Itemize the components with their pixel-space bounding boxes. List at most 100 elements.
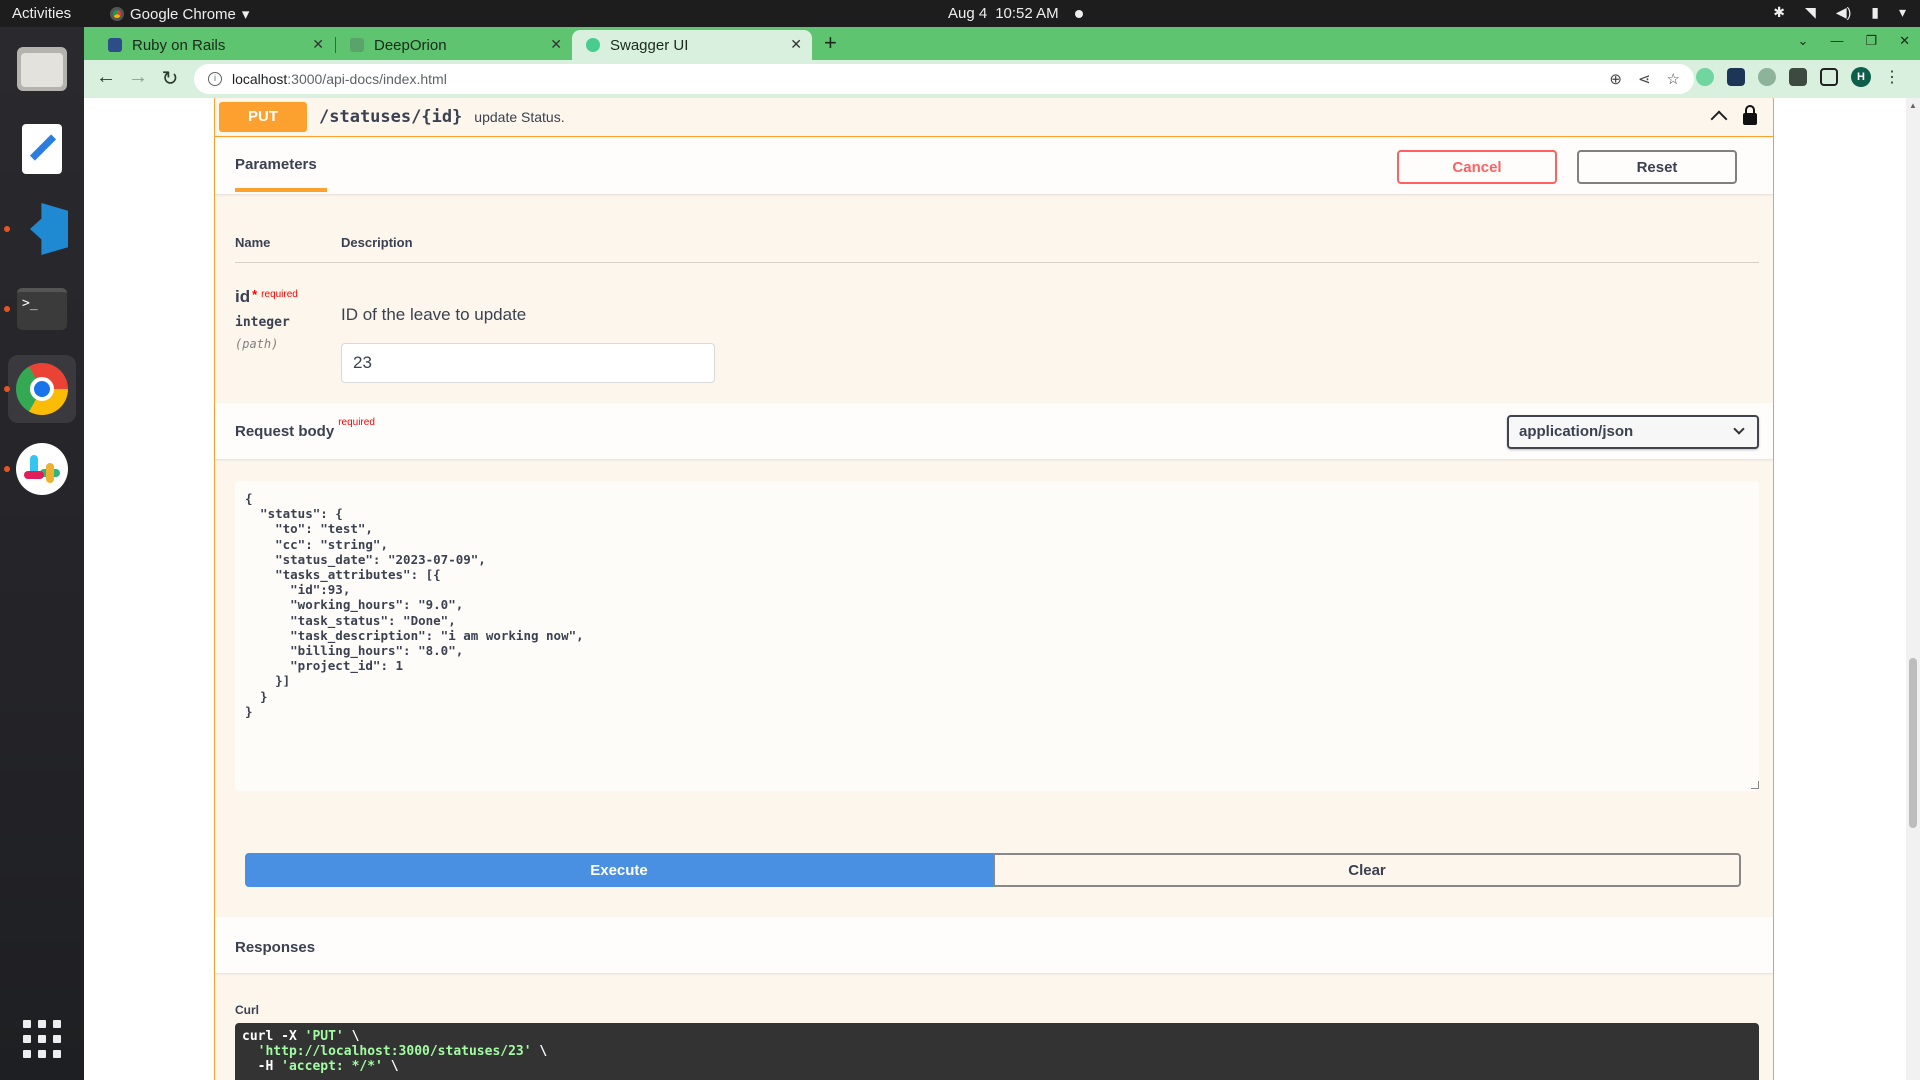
tab-active-underline [235, 188, 327, 192]
curl-text: curl -X [242, 1029, 305, 1044]
execute-button[interactable]: Execute [245, 853, 993, 887]
tab-strip: Ruby on Rails ✕ DeepOrion ✕ Swagger UI ✕… [84, 27, 1920, 60]
param-description: ID of the leave to update [341, 305, 527, 324]
zoom-icon[interactable]: ⊕ [1609, 70, 1622, 88]
close-tab-icon[interactable]: ✕ [790, 36, 802, 53]
notification-dot-icon [1074, 9, 1083, 18]
clock-time: 10:52 AM [995, 5, 1059, 22]
bookmark-star-icon[interactable]: ☆ [1667, 70, 1680, 88]
param-name-text: id [235, 287, 251, 306]
system-top-bar: Activities Google Chrome ▾ Aug 4 10:52 A… [0, 0, 1920, 27]
new-tab-button[interactable]: + [824, 30, 837, 56]
tab-deeporion[interactable]: DeepOrion ✕ [336, 30, 572, 60]
extension-icon[interactable] [1696, 68, 1714, 86]
minimize-icon[interactable]: — [1830, 33, 1843, 49]
battery-icon: ▮ [1871, 4, 1879, 20]
opblock-summary[interactable]: PUT /statuses/{id} update Status. [215, 98, 1773, 137]
tab-title: Swagger UI [610, 36, 689, 54]
clock[interactable]: Aug 4 10:52 AM [948, 5, 1083, 22]
window-controls: ⌄ — ❐ ✕ [1798, 33, 1910, 49]
running-indicator [4, 226, 10, 232]
parameters-table: Name Description id * required integer (pa… [235, 227, 1759, 383]
param-type: integer [235, 315, 290, 330]
curl-string: 'http://localhost:3000/statuses/23' [257, 1044, 532, 1059]
chevron-down-icon [1733, 423, 1745, 435]
curl-command[interactable]: curl -X 'PUT' \ 'http://localhost:3000/s… [235, 1023, 1759, 1080]
side-panel-icon[interactable] [1820, 68, 1838, 86]
tab-search-icon[interactable]: ⌄ [1798, 33, 1809, 49]
tab-ruby-on-rails[interactable]: Ruby on Rails ✕ [94, 30, 334, 60]
vscode-launcher[interactable] [4, 195, 76, 263]
reload-button[interactable]: ↻ [158, 66, 182, 91]
url-path: :3000/api-docs/index.html [287, 71, 447, 87]
required-label: required [338, 417, 375, 428]
id-input[interactable] [341, 343, 715, 383]
share-icon[interactable]: ⋖ [1638, 70, 1651, 88]
request-body-title: Request bodyrequired [235, 417, 375, 440]
volume-icon: ◀) [1835, 4, 1852, 20]
parameters-table-header: Name Description [235, 227, 1759, 263]
lock-icon[interactable] [1743, 105, 1757, 125]
clear-button[interactable]: Clear [993, 853, 1741, 887]
required-star: * [252, 287, 258, 302]
profile-avatar[interactable]: H [1851, 67, 1871, 87]
slack-launcher[interactable] [4, 435, 76, 503]
back-button[interactable]: ← [94, 66, 118, 89]
clock-date: Aug 4 [948, 5, 988, 22]
chrome-launcher[interactable] [4, 355, 76, 423]
wifi-icon: ◥ [1805, 4, 1816, 20]
col-description: Description [341, 235, 413, 250]
curl-string: 'PUT' [304, 1029, 344, 1044]
required-label: required [261, 289, 298, 300]
activities-button[interactable]: Activities [12, 5, 71, 22]
site-info-icon[interactable]: i [208, 72, 222, 86]
terminal-launcher[interactable]: >_ [4, 275, 76, 343]
close-window-icon[interactable]: ✕ [1899, 33, 1910, 49]
chevron-down-icon: ▾ [241, 6, 250, 23]
running-indicator [4, 306, 10, 312]
cancel-button[interactable]: Cancel [1397, 150, 1557, 184]
url-host: localhost [232, 71, 288, 87]
extension-icon[interactable] [1727, 68, 1745, 86]
close-tab-icon[interactable]: ✕ [550, 36, 562, 53]
scroll-up-icon[interactable]: ▲ [1909, 101, 1917, 110]
reset-button[interactable]: Reset [1577, 150, 1737, 184]
responses-header: Responses [215, 917, 1773, 973]
close-tab-icon[interactable]: ✕ [312, 36, 324, 53]
deeporion-favicon-icon [350, 38, 364, 52]
responses-title: Responses [235, 939, 316, 956]
app-name: Google Chrome [130, 5, 236, 23]
files-launcher[interactable] [8, 35, 76, 103]
address-bar[interactable]: i localhost:3000/api-docs/index.html ⊕ ⋖… [194, 64, 1694, 94]
swagger-favicon-icon [586, 38, 600, 52]
running-indicator [4, 466, 10, 472]
page-scrollbar[interactable]: ▲ [1906, 98, 1920, 1080]
curl-line: 'http://localhost:3000/statuses/23' \ [242, 1044, 1752, 1059]
chrome-icon [16, 363, 68, 415]
react-devtools-icon[interactable] [1758, 68, 1776, 86]
tab-parameters[interactable]: Parameters [235, 156, 317, 173]
running-indicator [4, 386, 10, 392]
kebab-menu-icon[interactable]: ⋮ [1884, 67, 1900, 87]
forward-button[interactable]: → [126, 66, 150, 89]
app-menu[interactable]: Google Chrome ▾ [110, 5, 249, 23]
show-apps-button[interactable] [8, 1005, 76, 1073]
scrollbar-thumb[interactable] [1909, 658, 1917, 828]
text-editor-launcher[interactable] [8, 115, 76, 183]
request-body-header: Request bodyrequired application/json [215, 403, 1773, 459]
omnibox-actions: ⊕ ⋖ ☆ [1609, 70, 1680, 88]
system-tray[interactable]: ✱ ◥ ◀) ▮ ▾ [1773, 4, 1906, 21]
chrome-window: Ruby on Rails ✕ DeepOrion ✕ Swagger UI ✕… [84, 27, 1920, 1080]
resize-handle-icon[interactable] [1751, 781, 1759, 789]
curl-text [242, 1044, 258, 1059]
content-type-select[interactable]: application/json [1507, 415, 1759, 449]
curl-label: Curl [235, 1003, 259, 1017]
restore-icon[interactable]: ❐ [1865, 33, 1877, 49]
curl-line: curl -X 'PUT' \ [242, 1029, 1752, 1044]
chrome-icon [110, 7, 124, 21]
request-body-editor[interactable]: { "status": { "to": "test", "cc": "strin… [235, 481, 1759, 791]
chevron-up-icon[interactable] [1710, 110, 1728, 128]
puzzle-extensions-icon[interactable] [1789, 68, 1807, 86]
tab-title: Ruby on Rails [132, 36, 226, 54]
tab-swagger-ui[interactable]: Swagger UI ✕ [572, 30, 812, 60]
